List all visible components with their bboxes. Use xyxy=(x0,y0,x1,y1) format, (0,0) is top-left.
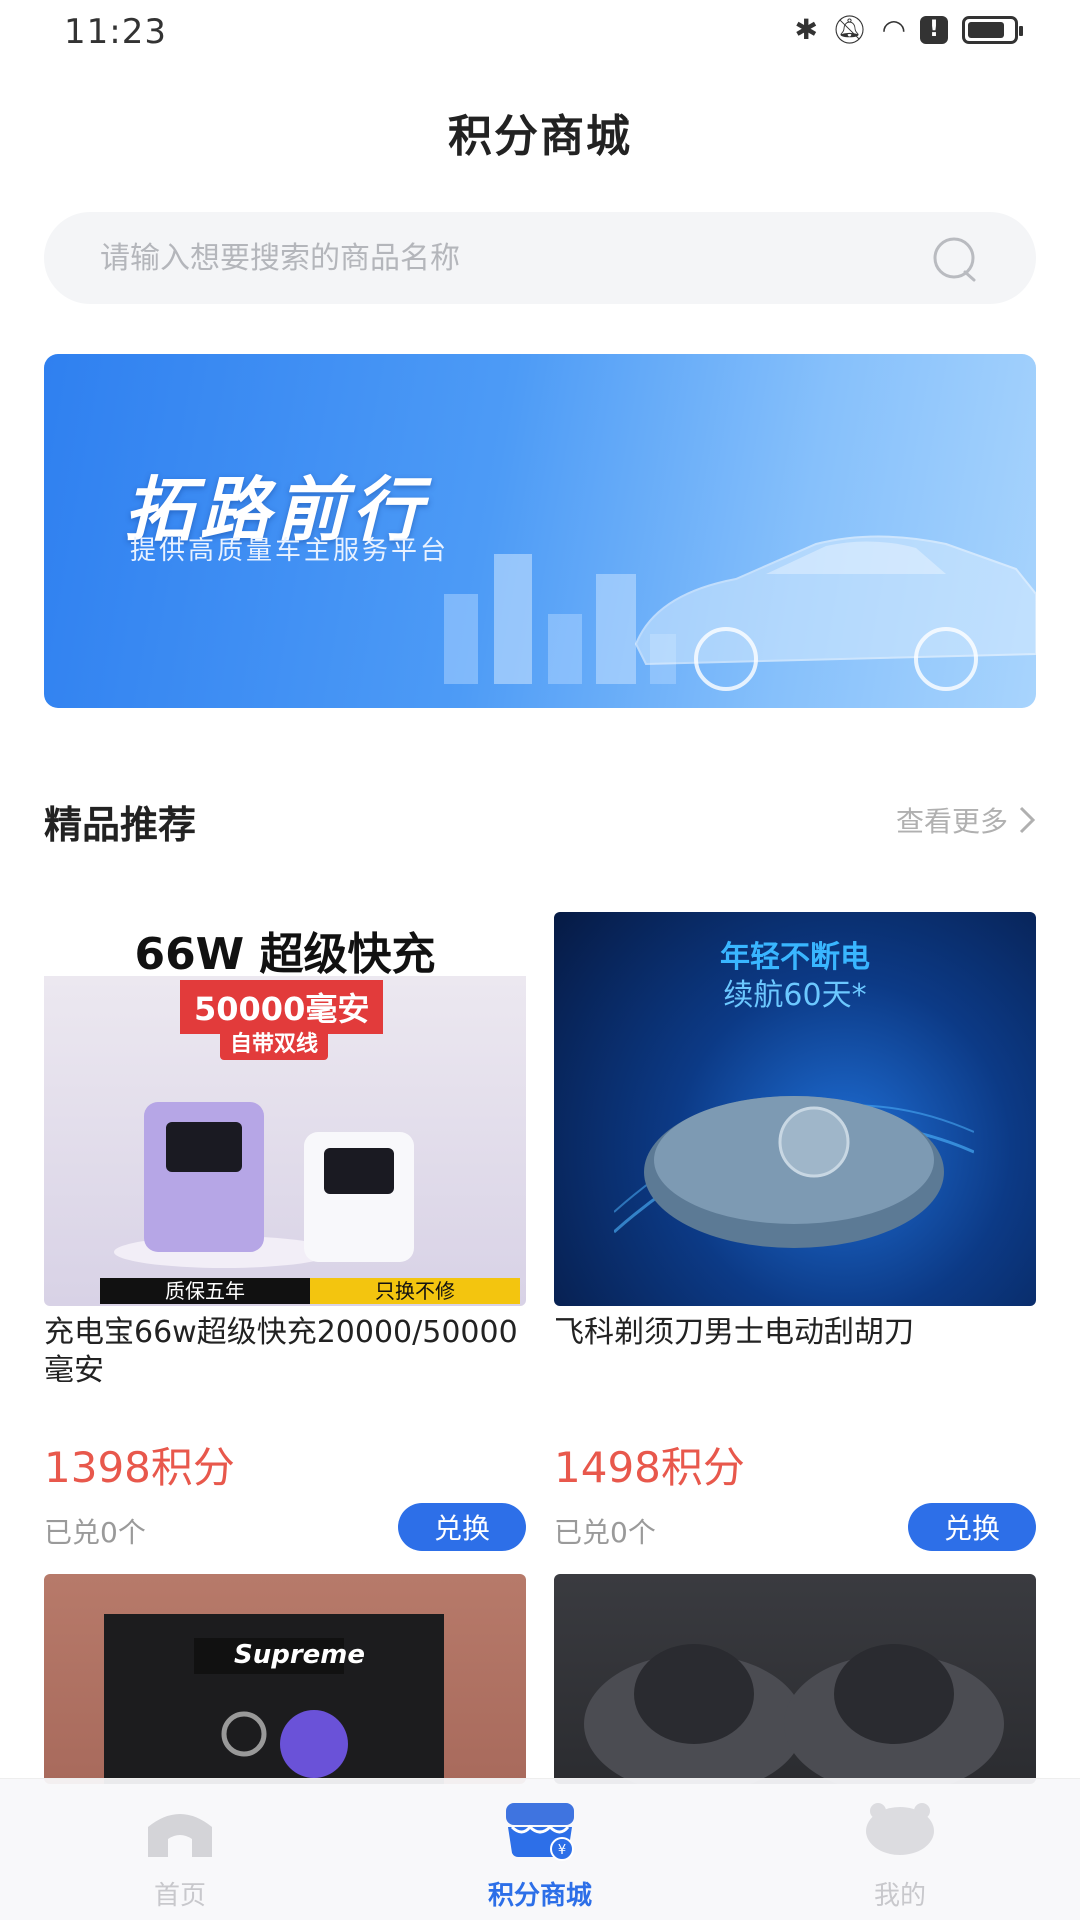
search-icon[interactable] xyxy=(932,236,978,282)
product-card[interactable]: Supreme xyxy=(44,1574,526,1784)
power-bank-illustration xyxy=(114,1102,414,1268)
strip-right: 只换不修 xyxy=(310,1278,520,1304)
search-bar[interactable] xyxy=(44,212,1036,304)
nav-label-points-mall: 积分商城 xyxy=(487,1881,592,1911)
search-input[interactable] xyxy=(100,212,920,304)
bluetooth-icon: ✱ xyxy=(794,13,819,46)
product-price: 1398积分 xyxy=(44,1443,235,1492)
chevron-right-icon xyxy=(1019,806,1036,834)
product-card[interactable] xyxy=(554,1574,1036,1784)
status-icons: ✱ 🔕︎ ◠ ! xyxy=(794,13,1023,46)
product-image[interactable] xyxy=(554,1574,1036,1784)
redeem-button[interactable]: 兑换 xyxy=(398,1503,526,1551)
banner-subtitle: 提供高质量车主服务平台 xyxy=(130,536,450,566)
nav-item-points-mall[interactable]: ¥ 积分商城 xyxy=(360,1779,720,1920)
nav-label-profile: 我的 xyxy=(873,1881,926,1911)
mute-bell-icon: 🔕︎ xyxy=(832,13,868,46)
product-card[interactable]: 年轻不断电 续航60天* 飞科剃须刀男士电动刮胡刀 1498积分 已兑0个 兑换 xyxy=(554,912,1036,1553)
bottom-nav: 首页 ¥ 积分商城 我的 xyxy=(0,1778,1080,1920)
strip-left: 质保五年 xyxy=(100,1278,310,1304)
product-image[interactable]: Supreme xyxy=(44,1574,526,1784)
car-illustration xyxy=(634,535,1036,691)
product-price: 1498积分 xyxy=(554,1443,745,1492)
image-headline: 66W 超级快充 xyxy=(134,929,436,980)
shaver-illustration xyxy=(614,1096,974,1248)
page-title: 积分商城 xyxy=(448,111,632,162)
section-title: 精品推荐 xyxy=(44,803,197,847)
product-name: 飞科剃须刀男士电动刮胡刀 xyxy=(554,1315,914,1350)
nav-item-profile[interactable]: 我的 xyxy=(720,1779,1080,1920)
view-more-label: 查看更多 xyxy=(895,805,1008,838)
product-card[interactable]: 66W 超级快充 50000毫安 自带双线 质保五年 只换不修 充电宝66w超级… xyxy=(44,912,526,1553)
battery-icon xyxy=(962,16,1023,44)
svg-text:¥: ¥ xyxy=(558,1843,566,1858)
redeemed-count: 已兑0个 xyxy=(554,1516,656,1549)
product-footer: 已兑0个 兑换 xyxy=(44,1503,526,1553)
alert-icon: ! xyxy=(920,16,948,44)
status-bar: 11:23 ✱ 🔕︎ ◠ ! xyxy=(0,0,1080,64)
view-more-link[interactable]: 查看更多 xyxy=(896,800,1036,840)
headrest-illustration xyxy=(584,1644,1004,1784)
image-tag: 自带双线 xyxy=(220,1024,329,1060)
product-image[interactable]: 66W 超级快充 50000毫安 自带双线 质保五年 只换不修 xyxy=(44,912,526,1306)
wifi-icon: ◠ xyxy=(881,13,906,46)
promo-banner[interactable]: 拓路前行 提供高质量车主服务平台 xyxy=(44,354,1036,708)
product-name: 充电宝66w超级快充20000/50000毫安 xyxy=(44,1315,518,1388)
image-brand: Supreme xyxy=(234,1640,366,1670)
product-image[interactable]: 年轻不断电 续航60天* xyxy=(554,912,1036,1306)
image-line-2: 续航60天* xyxy=(723,978,867,1013)
nav-label-home: 首页 xyxy=(153,1881,206,1911)
image-strip: 质保五年 只换不修 xyxy=(100,1278,520,1304)
redeem-button[interactable]: 兑换 xyxy=(908,1503,1036,1551)
status-time: 11:23 xyxy=(64,12,167,52)
nav-item-home[interactable]: 首页 xyxy=(0,1779,360,1920)
redeemed-count: 已兑0个 xyxy=(44,1516,146,1549)
profile-icon xyxy=(866,1803,934,1855)
points-mall-icon: ¥ xyxy=(506,1803,574,1861)
product-footer: 已兑0个 兑换 xyxy=(554,1503,1036,1553)
home-icon xyxy=(148,1814,212,1857)
